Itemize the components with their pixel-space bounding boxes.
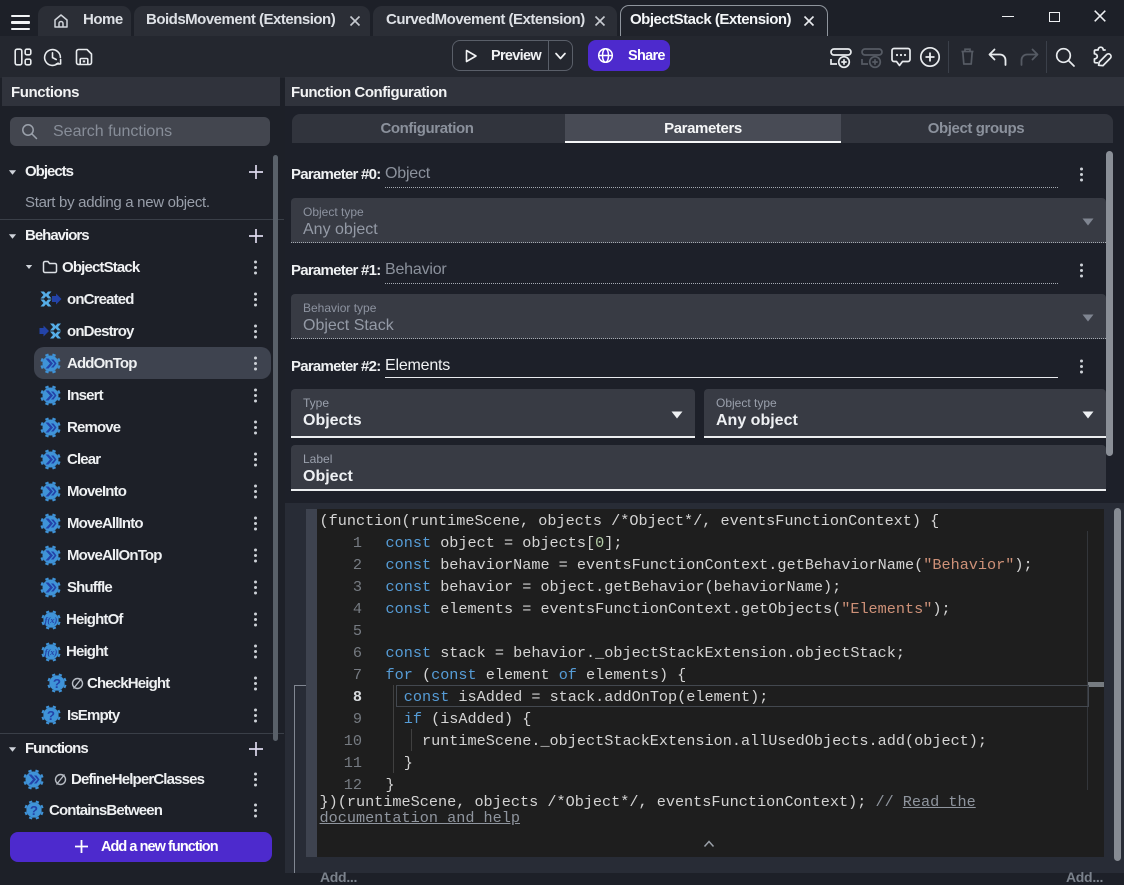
svg-text:?: ? bbox=[53, 676, 61, 691]
svg-text:?: ? bbox=[30, 803, 38, 818]
svg-text:f(x): f(x) bbox=[45, 647, 58, 657]
svg-text:f(x): f(x) bbox=[45, 615, 58, 625]
svg-text:?: ? bbox=[47, 708, 55, 723]
